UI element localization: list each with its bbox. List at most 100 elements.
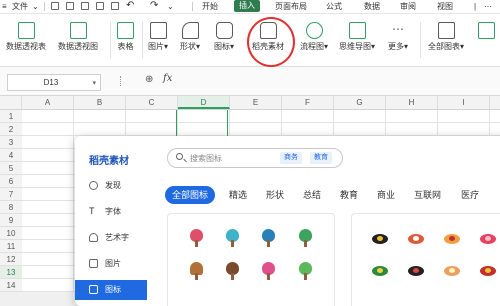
divider [192, 2, 193, 11]
menu-file[interactable]: 文件 [12, 1, 28, 12]
pivot-chart-icon [69, 22, 87, 39]
more-label: 更多▾ [388, 42, 409, 51]
export-pdf-icon[interactable] [81, 2, 89, 10]
mindmap-button[interactable]: 思维导图▾ [339, 22, 375, 52]
search-icon [176, 153, 183, 160]
tab-shapes[interactable]: 形状 [266, 186, 284, 204]
row-header[interactable]: 11 [0, 240, 22, 253]
icon-card-food[interactable] [351, 213, 500, 306]
sidebar-item-font[interactable]: T 字体 [75, 202, 147, 222]
tab-summary[interactable]: 总结 [303, 186, 321, 204]
sidebar-item-label: 字体 [105, 207, 121, 216]
image-icon [89, 259, 98, 268]
divider: | [474, 2, 477, 11]
tab-start[interactable]: 开始 [202, 1, 218, 12]
pivot-table-label: 数据透视表 [6, 42, 46, 51]
tab-internet[interactable]: 互联网 [414, 186, 441, 204]
tab-review[interactable]: 审阅 [400, 1, 416, 12]
select-all-corner[interactable] [0, 96, 22, 109]
row-header[interactable]: 4 [0, 149, 22, 162]
column-header[interactable]: I [438, 96, 490, 109]
chevron-down-icon[interactable]: ⌄ [167, 1, 174, 12]
zoom-icon[interactable]: ⊕ [145, 74, 153, 85]
pivot-table-button[interactable]: 数据透视表 [6, 22, 46, 52]
icon-library-icon [89, 285, 98, 294]
flowchart-label: 流程图▾ [300, 42, 329, 51]
column-header[interactable]: G [334, 96, 386, 109]
row-header[interactable]: 3 [0, 136, 22, 149]
column-header-selected[interactable]: D [178, 96, 230, 109]
tab-featured[interactable]: 精选 [229, 186, 247, 204]
column-header[interactable]: F [282, 96, 334, 109]
more-button[interactable]: ⋯ 更多▾ [388, 22, 408, 52]
tree-icon [190, 229, 203, 247]
row-header[interactable]: 5 [0, 162, 22, 175]
table-button[interactable]: 表格 [117, 22, 134, 52]
flowchart-icon [305, 22, 323, 39]
function-icon[interactable]: fx [163, 73, 172, 84]
tab-business[interactable]: 商业 [377, 186, 395, 204]
undo-icon[interactable]: ↶ [126, 0, 134, 11]
tab-all-icons[interactable]: 全部图标 [165, 186, 216, 204]
open-icon[interactable] [51, 2, 59, 10]
chart-more-button[interactable] [478, 22, 495, 42]
row-header[interactable]: 9 [0, 214, 22, 227]
tree-icon [299, 262, 312, 280]
divider [110, 22, 111, 58]
redo-icon[interactable]: ↷ [150, 0, 158, 11]
mindmap-label: 思维导图▾ [339, 42, 376, 51]
hamburger-icon[interactable]: ≡ [2, 1, 7, 12]
shape-icon [181, 22, 199, 39]
shape-button[interactable]: 形状▾ [180, 22, 200, 52]
row-header[interactable]: 14 [0, 279, 22, 292]
sidebar-item-image[interactable]: 图片 [75, 254, 147, 274]
flowchart-button[interactable]: 流程图▾ [300, 22, 328, 52]
all-charts-button[interactable]: 全部图表▾ [428, 22, 464, 52]
mindmap-icon [348, 22, 366, 39]
row-header[interactable]: 12 [0, 253, 22, 266]
divider [142, 22, 143, 58]
row-header[interactable]: 6 [0, 175, 22, 188]
column-header[interactable]: E [230, 96, 282, 109]
row-header[interactable]: 1 [0, 110, 22, 123]
search-chip-business[interactable]: 商务 [280, 152, 302, 164]
print-preview-icon[interactable] [111, 2, 119, 10]
row-header-selected[interactable]: 13 [0, 266, 22, 279]
pivot-chart-button[interactable]: 数据透视图 [58, 22, 98, 52]
tab-page-layout[interactable]: 页面布局 [275, 1, 307, 12]
sidebar-item-icons[interactable]: 图标 [75, 280, 147, 300]
tab-data[interactable]: 数据 [364, 1, 380, 12]
row-header[interactable]: 8 [0, 201, 22, 214]
icon-button[interactable]: 图标▾ [214, 22, 234, 52]
column-header[interactable]: B [74, 96, 126, 109]
tab-insert[interactable]: 插入 [234, 0, 260, 12]
more-icon[interactable]: ⋯ [484, 1, 492, 12]
tab-medical[interactable]: 医疗 [461, 186, 479, 204]
picture-label: 图片▾ [148, 42, 169, 51]
icon-label: 图标▾ [214, 42, 235, 51]
row-header[interactable]: 10 [0, 227, 22, 240]
print-icon[interactable] [96, 2, 104, 10]
chevron-down-icon[interactable]: ⌄ [32, 1, 39, 12]
icon-search-input[interactable]: 搜索图标 商务 教育 [167, 148, 343, 168]
sidebar-item-label: 图标 [105, 285, 121, 294]
picture-button[interactable]: 图片▾ [148, 22, 168, 52]
icon-card-trees[interactable] [167, 213, 335, 306]
tab-view[interactable]: 视图 [437, 1, 453, 12]
column-header[interactable]: A [22, 96, 74, 109]
table-icon [117, 22, 134, 39]
row-header[interactable]: 7 [0, 188, 22, 201]
sidebar-item-label: 发现 [105, 181, 121, 190]
tab-education[interactable]: 教育 [340, 186, 358, 204]
search-chip-education[interactable]: 教育 [310, 152, 332, 164]
column-header[interactable]: H [386, 96, 438, 109]
sidebar-item-art-text[interactable]: 艺术字 [75, 228, 147, 248]
sidebar-item-discover[interactable]: 发现 [75, 176, 147, 196]
name-box-value: D13 [43, 78, 59, 87]
tab-formula[interactable]: 公式 [326, 1, 342, 12]
name-box[interactable]: D13 ▾ [7, 74, 101, 91]
chevron-down-icon[interactable]: ▾ [92, 76, 96, 91]
column-header[interactable]: C [126, 96, 178, 109]
row-header[interactable]: 2 [0, 123, 22, 136]
save-icon[interactable] [66, 2, 74, 10]
